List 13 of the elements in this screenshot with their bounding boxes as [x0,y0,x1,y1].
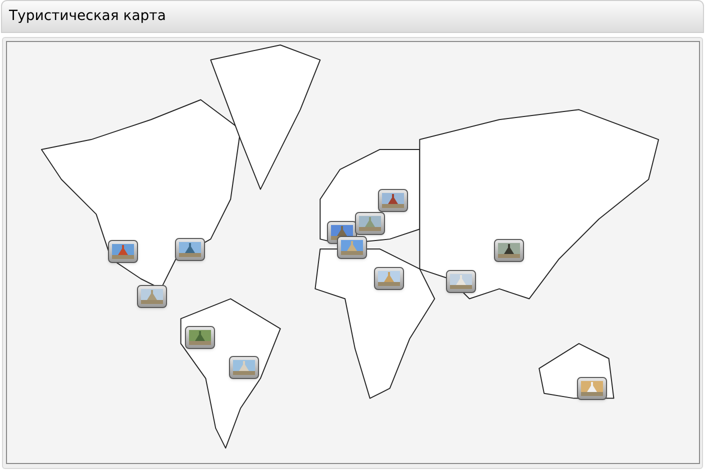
window-title: Туристическая карта [9,7,166,26]
photo-marker[interactable] [494,239,524,262]
photo-marker[interactable] [185,326,215,349]
photo-marker[interactable] [374,267,404,290]
photo-marker[interactable] [577,377,607,400]
photo-marker[interactable] [137,285,167,308]
photo-marker[interactable] [337,236,367,259]
photo-marker[interactable] [378,189,408,212]
photo-marker[interactable] [355,212,385,235]
photo-marker[interactable] [446,270,476,293]
photo-marker[interactable] [108,240,138,263]
photo-marker[interactable] [175,238,205,261]
photo-marker[interactable] [229,356,259,379]
